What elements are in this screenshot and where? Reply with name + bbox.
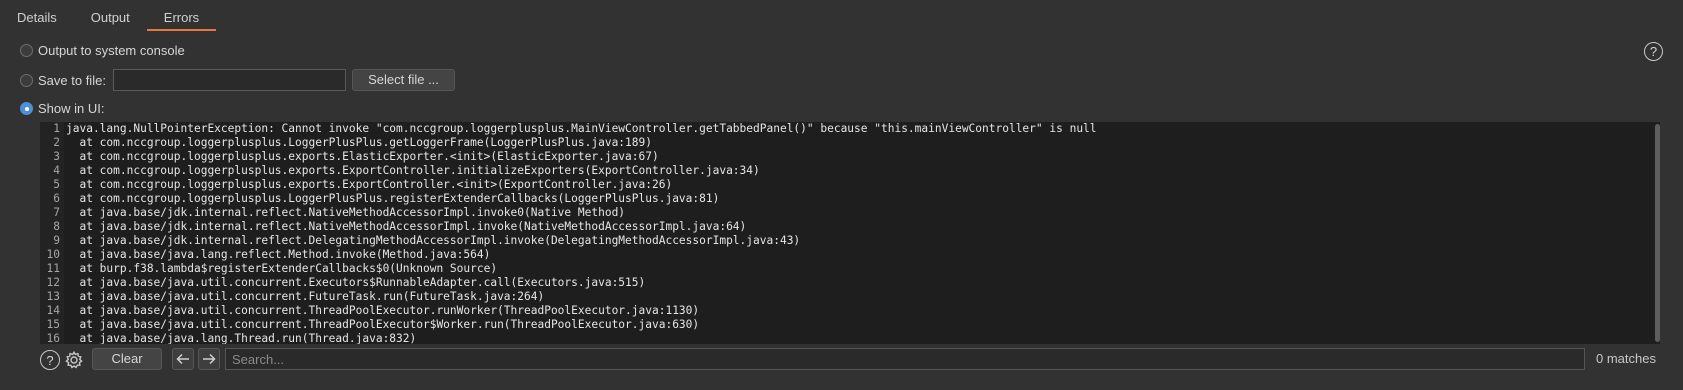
- match-count: 0 matches: [1596, 351, 1656, 366]
- line-text: at com.nccgroup.loggerplusplus.exports.E…: [66, 150, 659, 163]
- line-number: 6: [53, 192, 60, 205]
- line-number: 16: [46, 332, 60, 344]
- option-system-console[interactable]: Output to system console: [20, 43, 185, 58]
- line-number: 3: [53, 150, 60, 163]
- line-text: at burp.f38.lambda$registerExtenderCallb…: [66, 262, 498, 275]
- line-number: 13: [46, 290, 60, 303]
- line-text: at java.base/java.util.concurrent.Thread…: [66, 318, 700, 331]
- line-text: at java.base/java.util.concurrent.Future…: [66, 290, 545, 303]
- line-number: 14: [46, 304, 60, 317]
- previous-match-button[interactable]: [172, 348, 194, 370]
- option-save-to-file[interactable]: Save to file:: [20, 73, 106, 88]
- tab-errors[interactable]: Errors: [146, 0, 217, 31]
- help-icon[interactable]: ?: [1644, 42, 1663, 61]
- arrow-left-icon: [176, 353, 189, 365]
- line-number: 7: [53, 206, 60, 219]
- gear-icon[interactable]: [64, 350, 84, 370]
- save-to-file-radio[interactable]: [20, 74, 33, 87]
- save-to-file-label: Save to file:: [38, 73, 106, 88]
- line-text: at com.nccgroup.loggerplusplus.exports.E…: [66, 164, 760, 177]
- line-number: 5: [53, 178, 60, 191]
- show-in-ui-radio[interactable]: [20, 102, 33, 115]
- error-output-editor[interactable]: 1 java.lang.NullPointerException: Cannot …: [40, 122, 1660, 344]
- line-text: at java.base/java.lang.reflect.Method.in…: [66, 248, 491, 261]
- line-number: 4: [53, 164, 60, 177]
- line-number: 12: [46, 276, 60, 289]
- system-console-radio[interactable]: [20, 44, 33, 57]
- line-number: 10: [46, 248, 60, 261]
- line-number: 2: [53, 136, 60, 149]
- line-number: 15: [46, 318, 60, 331]
- tab-details[interactable]: Details: [0, 0, 74, 31]
- line-text: at java.base/jdk.internal.reflect.Delega…: [66, 234, 801, 247]
- show-in-ui-label: Show in UI:: [38, 101, 105, 116]
- tab-output[interactable]: Output: [74, 0, 147, 31]
- line-text: at com.nccgroup.loggerplusplus.LoggerPlu…: [66, 192, 720, 205]
- line-text: at java.base/jdk.internal.reflect.Native…: [66, 206, 626, 219]
- select-file-button[interactable]: Select file ...: [352, 69, 455, 91]
- line-number: 9: [53, 234, 60, 247]
- line-number: 1: [53, 122, 60, 135]
- line-text: java.lang.NullPointerException: Cannot i…: [66, 122, 1097, 135]
- line-number: 11: [46, 262, 60, 275]
- tab-bar: Details Output Errors: [0, 0, 1683, 31]
- line-text: at com.nccgroup.loggerplusplus.LoggerPlu…: [66, 136, 652, 149]
- arrow-right-icon: [203, 353, 216, 365]
- option-show-in-ui[interactable]: Show in UI:: [20, 101, 104, 116]
- vertical-scrollbar[interactable]: [1655, 124, 1660, 342]
- next-match-button[interactable]: [198, 348, 220, 370]
- line-text: at com.nccgroup.loggerplusplus.exports.E…: [66, 178, 673, 191]
- search-input[interactable]: [225, 348, 1585, 370]
- line-text: at java.base/java.util.concurrent.Execut…: [66, 276, 646, 289]
- line-text: at java.base/jdk.internal.reflect.Native…: [66, 220, 747, 233]
- clear-button[interactable]: Clear: [92, 348, 162, 370]
- file-path-field[interactable]: [113, 69, 346, 91]
- help-icon[interactable]: ?: [40, 350, 60, 370]
- line-number: 8: [53, 220, 60, 233]
- line-text: at java.base/java.util.concurrent.Thread…: [66, 304, 700, 317]
- line-text: at java.base/java.lang.Thread.run(Thread…: [66, 332, 417, 344]
- system-console-label: Output to system console: [38, 43, 185, 58]
